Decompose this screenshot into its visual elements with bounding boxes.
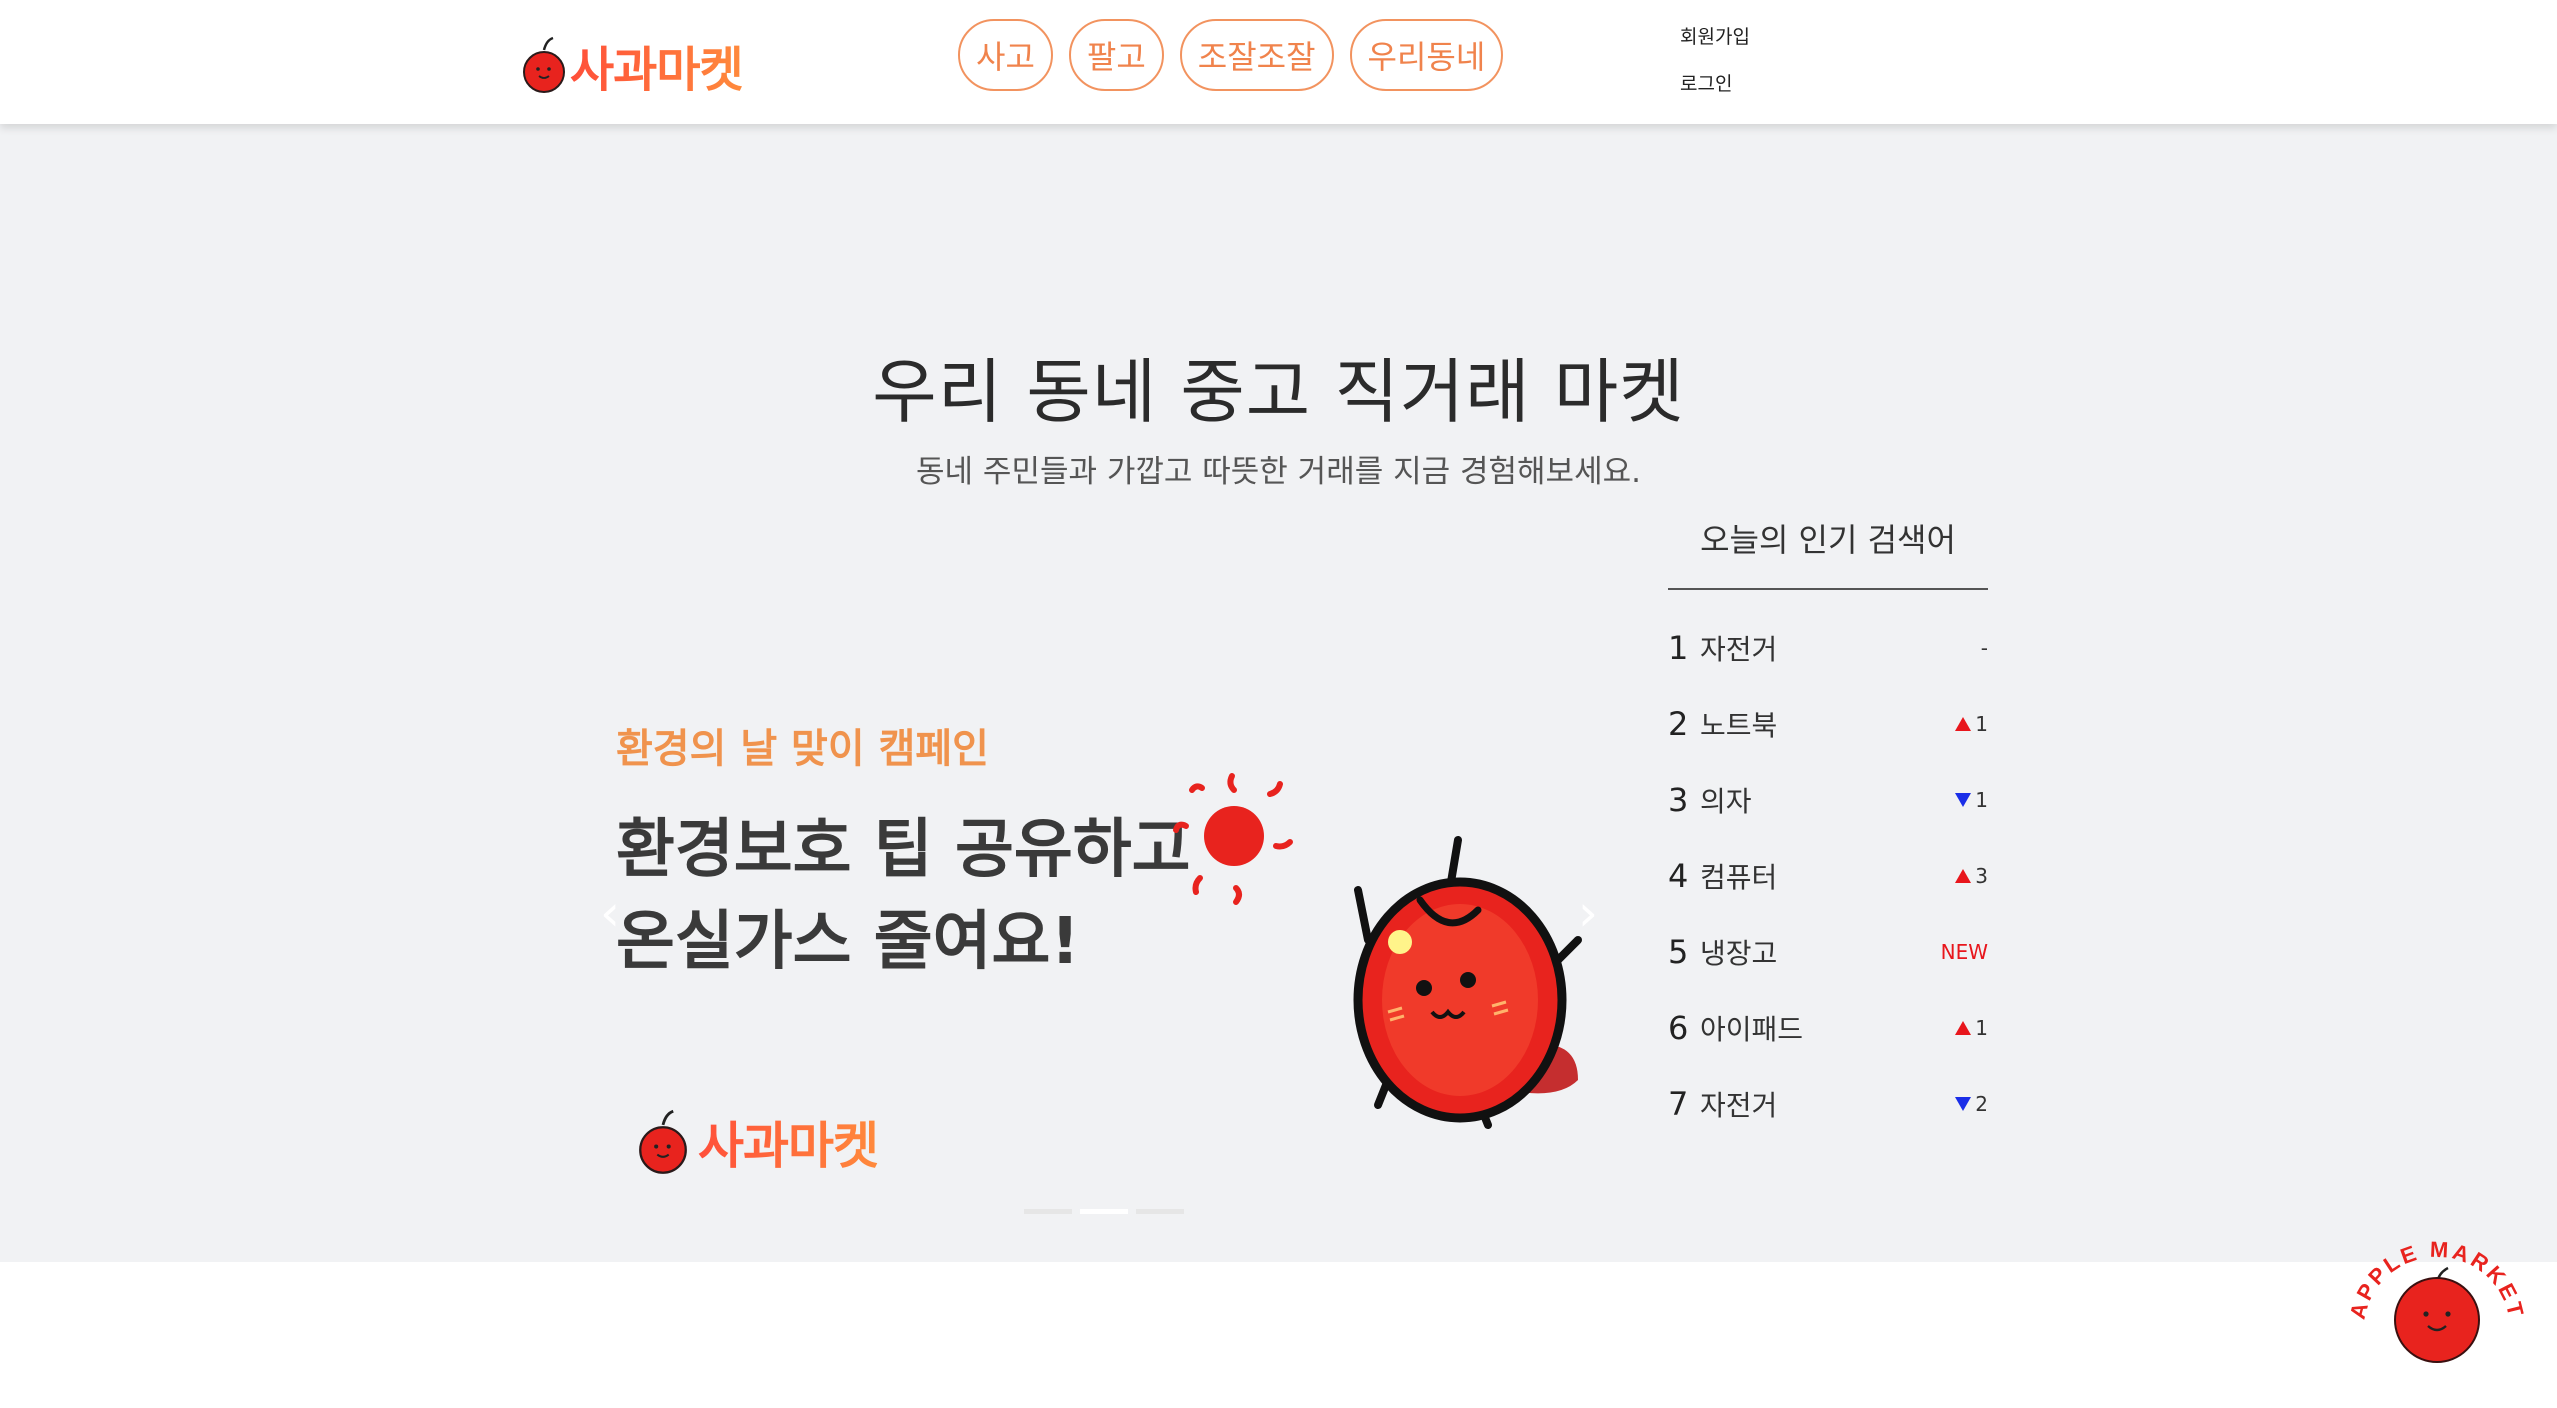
rank-number: 5 bbox=[1668, 933, 1689, 971]
rank-change: 1 bbox=[1955, 712, 1988, 736]
popular-search-item[interactable]: 4 컴퓨터 3 bbox=[1668, 838, 1988, 914]
rank-change: 1 bbox=[1955, 788, 1988, 812]
apple-market-floating-badge[interactable]: APPLE MARKET bbox=[2342, 1230, 2532, 1370]
rank-change-value: - bbox=[1980, 636, 1988, 660]
carousel-indicator-2[interactable] bbox=[1080, 1209, 1128, 1214]
rank-number: 1 bbox=[1668, 629, 1689, 667]
hero-subtitle: 동네 주민들과 가깝고 따뜻한 거래를 지금 경험해보세요. bbox=[916, 454, 1641, 490]
rank-number: 2 bbox=[1668, 705, 1689, 743]
search-term: 아이패드 bbox=[1700, 1013, 1804, 1046]
rank-number: 7 bbox=[1668, 1085, 1689, 1123]
rank-change: 3 bbox=[1955, 864, 1988, 888]
rank-up-icon bbox=[1955, 1021, 1972, 1035]
popular-search-item[interactable]: 7 자전거 2 bbox=[1668, 1066, 1988, 1142]
site-header: 사과마켓 사고 팔고 조잘조잘 우리동네 회원가입 로그인 bbox=[0, 0, 2557, 124]
rank-number: 6 bbox=[1668, 1009, 1689, 1047]
apple-icon bbox=[2394, 1266, 2480, 1363]
signup-link[interactable]: 회원가입 bbox=[1680, 22, 1750, 49]
hero-title: 우리 동네 중고 직거래 마켓 bbox=[872, 351, 1685, 433]
banner-headline-line1: 환경보호 팁 공유하고 bbox=[616, 813, 1191, 887]
carousel-indicator-1[interactable] bbox=[1024, 1209, 1072, 1214]
rank-change-value: 2 bbox=[1975, 1092, 1988, 1116]
search-term: 컴퓨터 bbox=[1700, 861, 1778, 894]
apple-mascot-icon bbox=[1353, 836, 1582, 1129]
banner-logo: 사과마켓 bbox=[632, 1106, 879, 1178]
banner-headline: 환경보호 팁 공유하고 온실가스 줄여요! bbox=[616, 804, 1190, 988]
popular-search-item[interactable]: 5 냉장고 NEW bbox=[1668, 914, 1988, 990]
popular-searches-title: 오늘의 인기 검색어 bbox=[1668, 510, 1988, 590]
rank-up-icon bbox=[1955, 869, 1972, 883]
popular-searches-list: 1 자전거 - 2 노트북 1 3 의자 1 4 컴퓨터 3 5 냉장고 NEW… bbox=[1668, 610, 1988, 1142]
banner-campaign-label: 환경의 날 맞이 캠페인 bbox=[616, 726, 989, 772]
nav-sell[interactable]: 팔고 bbox=[1068, 19, 1164, 91]
banner-logo-text: 사과마켓 bbox=[698, 1106, 879, 1178]
banner-headline-line2: 온실가스 줄여요! bbox=[616, 905, 1080, 979]
rank-change-value: 1 bbox=[1975, 712, 1988, 736]
popular-searches: 오늘의 인기 검색어 1 자전거 - 2 노트북 1 3 의자 1 4 컴퓨터 … bbox=[1668, 510, 1988, 1142]
rank-change: - bbox=[1981, 636, 1988, 660]
rank-change-value: 3 bbox=[1975, 864, 1988, 888]
rank-down-icon bbox=[1955, 793, 1972, 807]
sun-icon bbox=[1173, 773, 1293, 905]
rank-new-badge: NEW bbox=[1940, 940, 1988, 964]
rank-change: 1 bbox=[1955, 1016, 1988, 1040]
site-logo[interactable]: 사과마켓 bbox=[522, 30, 744, 100]
nav-chat[interactable]: 조잘조잘 bbox=[1179, 19, 1334, 91]
rank-change-value: 1 bbox=[1975, 788, 1988, 812]
search-term: 의자 bbox=[1700, 785, 1752, 818]
auth-links: 회원가입 로그인 bbox=[1680, 22, 1750, 96]
logo-text: 사과마켓 bbox=[570, 30, 744, 100]
search-term: 노트북 bbox=[1700, 709, 1778, 742]
rank-change: 2 bbox=[1955, 1092, 1988, 1116]
popular-search-item[interactable]: 2 노트북 1 bbox=[1668, 686, 1988, 762]
popular-search-item[interactable]: 6 아이패드 1 bbox=[1668, 990, 1988, 1066]
carousel-indicators bbox=[1024, 1209, 1184, 1214]
rank-change-value: 1 bbox=[1975, 1016, 1988, 1040]
apple-logo-icon bbox=[522, 36, 566, 94]
carousel-prev-button[interactable]: ‹ bbox=[600, 884, 620, 942]
popular-search-item[interactable]: 1 자전거 - bbox=[1668, 610, 1988, 686]
login-link[interactable]: 로그인 bbox=[1680, 69, 1750, 96]
nav-neighborhood[interactable]: 우리동네 bbox=[1349, 19, 1504, 91]
search-term: 냉장고 bbox=[1700, 937, 1778, 970]
main-nav: 사고 팔고 조잘조잘 우리동네 bbox=[958, 19, 1504, 91]
campaign-banner-carousel[interactable]: 환경의 날 맞이 캠페인 환경보호 팁 공유하고 온실가스 줄여요! 사과마켓 … bbox=[592, 566, 1602, 1246]
nav-buy[interactable]: 사고 bbox=[958, 19, 1053, 91]
rank-down-icon bbox=[1955, 1097, 1972, 1111]
popular-search-item[interactable]: 3 의자 1 bbox=[1668, 762, 1988, 838]
rank-up-icon bbox=[1955, 717, 1972, 731]
carousel-next-button[interactable]: › bbox=[1578, 884, 1598, 942]
apple-logo-icon bbox=[632, 1109, 694, 1175]
rank-number: 3 bbox=[1668, 781, 1689, 819]
carousel-indicator-3[interactable] bbox=[1136, 1209, 1184, 1214]
search-term: 자전거 bbox=[1700, 1089, 1778, 1122]
rank-number: 4 bbox=[1668, 857, 1689, 895]
search-term: 자전거 bbox=[1700, 633, 1778, 666]
